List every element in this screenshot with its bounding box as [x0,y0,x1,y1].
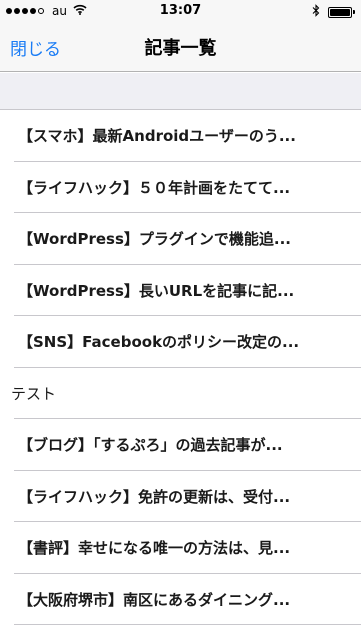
list-item-title: 【書評】幸せになる唯一の方法は、見... [18,539,291,558]
section-header [0,73,361,110]
list-item[interactable]: 【大阪府堺市】南区にあるダイニング... [0,573,361,625]
list-item-title: 【ブログ】「するぷろ」の過去記事が... [18,436,283,455]
list-item[interactable]: 【WordPress】長いURLを記事に記... [0,264,361,316]
list-item[interactable]: 【ライフハック】５０年計画をたてて... [0,161,361,213]
list-item-title: 【ライフハック】５０年計画をたてて... [18,178,291,197]
list-item[interactable]: 【ライフハック】免許の更新は、受付... [0,470,361,522]
battery-tip [353,10,355,14]
article-list: 【スマホ】最新Androidユーザーのう... 【ライフハック】５０年計画をたて… [0,110,361,625]
list-item-title: 【SNS】Facebookのポリシー改定の... [18,333,300,352]
page-title: 記事一覧 [144,38,217,59]
battery-level [330,8,350,16]
list-item-title: 【ライフハック】免許の更新は、受付... [18,487,291,506]
list-item[interactable]: 【WordPress】プラグインで機能追... [0,213,361,265]
list-item[interactable]: 【SNS】Facebookのポリシー改定の... [0,316,361,368]
list-item-title: テスト [11,384,57,403]
list-item[interactable]: 【ブログ】「するぷろ」の過去記事が... [0,419,361,471]
list-item-title: 【WordPress】プラグインで機能追... [18,230,291,249]
list-item[interactable]: 【スマホ】最新Androidユーザーのう... [0,110,361,162]
list-item-title: 【大阪府堺市】南区にあるダイニング... [18,590,291,609]
bluetooth-icon [312,4,320,20]
navigation-bar: 閉じる 記事一覧 [0,22,361,72]
list-item-title: 【WordPress】長いURLを記事に記... [18,281,295,300]
status-right [312,4,355,20]
list-item[interactable]: テスト [0,367,361,419]
list-item[interactable]: 【書評】幸せになる唯一の方法は、見... [0,522,361,574]
status-bar: au 13:07 [0,0,361,22]
battery-icon [328,6,352,18]
status-time: 13:07 [159,3,202,18]
list-item-title: 【スマホ】最新Androidユーザーのう... [18,127,296,146]
